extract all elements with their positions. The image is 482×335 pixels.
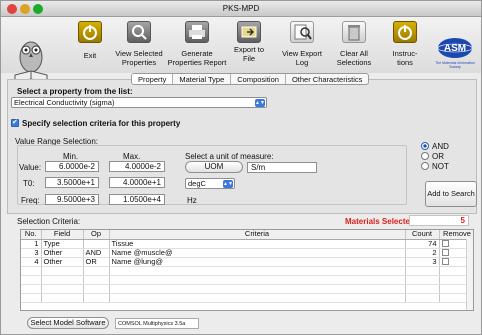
column-header: Remove [439, 230, 473, 240]
uom-button[interactable]: UOM [185, 161, 243, 173]
temperature-unit-value: degC [188, 179, 206, 188]
view-export-log-button[interactable]: View Export Log [279, 21, 325, 67]
generate-properties-report-button[interactable]: Generate Properties Report [167, 21, 227, 67]
and-label: AND [432, 142, 449, 151]
add-to-search-button[interactable]: Add to Search [425, 181, 477, 207]
tab-composition[interactable]: Composition [231, 74, 286, 84]
tab-property[interactable]: Property [132, 74, 174, 84]
remove-checkbox[interactable] [441, 249, 449, 256]
toolbar: Exit View Selected Properties Generate P… [1, 17, 481, 84]
close-window-button[interactable] [7, 4, 17, 14]
view-selected-properties-button[interactable]: View Selected Properties [111, 21, 167, 67]
uom-value-field: S/m [247, 162, 317, 173]
t0-max-input[interactable]: 4.0000e+1 [109, 177, 165, 188]
value-min-input[interactable]: 6.0000e-2 [45, 161, 99, 172]
select-model-software-button[interactable]: Select Model Software [27, 317, 109, 329]
table-row [21, 293, 473, 303]
column-header: Op [83, 230, 110, 240]
t0-label: T0: [23, 179, 35, 188]
printer-icon [185, 21, 209, 43]
log-search-icon [290, 21, 314, 43]
uom-prompt: Select a unit of measure: [185, 152, 274, 161]
table-row[interactable]: 3 Other AND Name @muscle@ 2 [21, 248, 473, 258]
column-header: No. [21, 230, 42, 240]
svg-text:ASM: ASM [444, 43, 466, 54]
clear-all-selections-button[interactable]: Clear All Selections [331, 21, 377, 67]
main-window: PKS-MPD Exit View Selected Properties Ge… [0, 0, 482, 335]
zoom-window-button[interactable] [33, 4, 43, 14]
table-row [21, 275, 473, 285]
tab-other-characteristics[interactable]: Other Characteristics [286, 74, 368, 84]
instructions-icon [393, 21, 417, 43]
table-row[interactable]: 4 Other OR Name @lung@ 3 [21, 257, 473, 267]
globe-logo-icon: ASM [437, 38, 473, 58]
freq-max-input[interactable]: 1.0500e+4 [109, 194, 165, 205]
table-header: No. Field Op Criteria Count Remove [21, 230, 473, 240]
exit-button[interactable]: Exit [75, 21, 105, 60]
column-header: Criteria [109, 230, 406, 240]
column-header: Count [405, 230, 440, 240]
asm-logo: ASM The Materials Information Society [435, 37, 475, 73]
not-label: NOT [432, 162, 449, 171]
column-header: Field [41, 230, 84, 240]
or-radio[interactable] [421, 152, 429, 160]
materials-selected-count: 5 [409, 215, 469, 226]
remove-checkbox[interactable] [441, 258, 449, 265]
not-radio[interactable] [421, 162, 429, 170]
remove-checkbox[interactable] [441, 240, 449, 247]
table-row[interactable]: 1 Type Tissue 74 [21, 239, 473, 249]
table-row [21, 284, 473, 294]
title-bar: PKS-MPD [1, 1, 481, 17]
selection-criteria-label: Selection Criteria: [17, 217, 81, 226]
temperature-unit-select[interactable]: degC ▲▼ [185, 178, 235, 189]
min-label: Min. [63, 152, 79, 161]
value-label: Value: [19, 163, 42, 172]
window-title: PKS-MPD [222, 4, 260, 13]
updown-arrow-icon: ▲▼ [223, 180, 233, 188]
table-scrollbar[interactable] [466, 239, 473, 310]
value-max-input[interactable]: 4.0000e-2 [109, 161, 165, 172]
magnifier-icon [127, 21, 151, 43]
property-select-label: Select a property from the list: [17, 87, 133, 96]
specify-criteria-label: Specify selection criteria for this prop… [22, 119, 181, 128]
specify-criteria-checkbox[interactable] [11, 118, 19, 127]
tab-bar: Property Material Type Composition Other… [131, 73, 370, 85]
model-software-value: COMSOL Multiphysics 3.5a [115, 318, 199, 329]
and-radio[interactable] [421, 142, 429, 150]
freq-min-input[interactable]: 9.5000e+3 [45, 194, 99, 205]
max-label: Max. [123, 152, 141, 161]
t0-min-input[interactable]: 3.5000e+1 [45, 177, 99, 188]
updown-arrow-icon: ▲▼ [255, 99, 265, 107]
export-to-file-button[interactable]: Export to File [227, 21, 271, 63]
minimize-window-button[interactable] [20, 4, 30, 14]
property-select[interactable]: Electrical Conductivity (sigma) ▲▼ [11, 97, 267, 108]
frequency-unit-label: Hz [187, 196, 197, 205]
selection-criteria-table: No. Field Op Criteria Count Remove 1 Typ… [20, 229, 474, 311]
export-icon [237, 21, 261, 43]
power-icon [78, 21, 102, 43]
instructions-button[interactable]: Instruc- tions [385, 21, 425, 67]
or-label: OR [432, 152, 444, 161]
freq-label: Freq: [21, 196, 40, 205]
tab-material-type[interactable]: Material Type [173, 74, 232, 84]
property-select-value: Electrical Conductivity (sigma) [14, 98, 115, 107]
trash-icon [342, 21, 366, 43]
table-row [21, 266, 473, 276]
